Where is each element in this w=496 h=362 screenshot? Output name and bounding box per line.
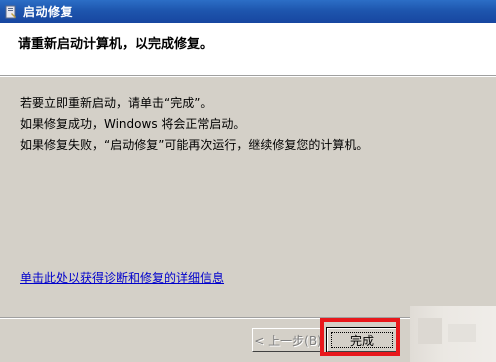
success-note: 如果修复成功，Windows 将会正常启动。 bbox=[20, 117, 246, 131]
instruction-text: 请重新启动计算机，以完成修复。 bbox=[18, 37, 214, 52]
finish-button-label: 完成 bbox=[349, 333, 374, 348]
content-panel: 若要立即重新启动，请单击“完成”。 如果修复成功，Windows 将会正常启动。… bbox=[8, 77, 488, 312]
restart-instruction: 若要立即重新启动，请单击“完成”。 bbox=[20, 96, 213, 110]
finish-button[interactable]: 完成 bbox=[326, 327, 398, 353]
startup-repair-window: 启动修复 请重新启动计算机，以完成修复。 若要立即重新启动，请单击“完成”。 如… bbox=[0, 0, 496, 362]
obscured-block bbox=[418, 318, 442, 344]
title-bar[interactable]: 启动修复 bbox=[0, 0, 496, 23]
obscured-block bbox=[448, 324, 476, 342]
instruction-header: 请重新启动计算机，以完成修复。 bbox=[0, 23, 496, 75]
window-title: 启动修复 bbox=[23, 5, 74, 19]
back-button[interactable]: < 上一步(B) bbox=[252, 328, 324, 352]
diagnostic-details-link[interactable]: 单击此处以获得诊断和修复的详细信息 bbox=[20, 269, 224, 286]
startup-repair-icon bbox=[4, 5, 18, 19]
failure-note: 如果修复失败，“启动修复”可能再次运行，继续修复您的计算机。 bbox=[20, 138, 369, 152]
